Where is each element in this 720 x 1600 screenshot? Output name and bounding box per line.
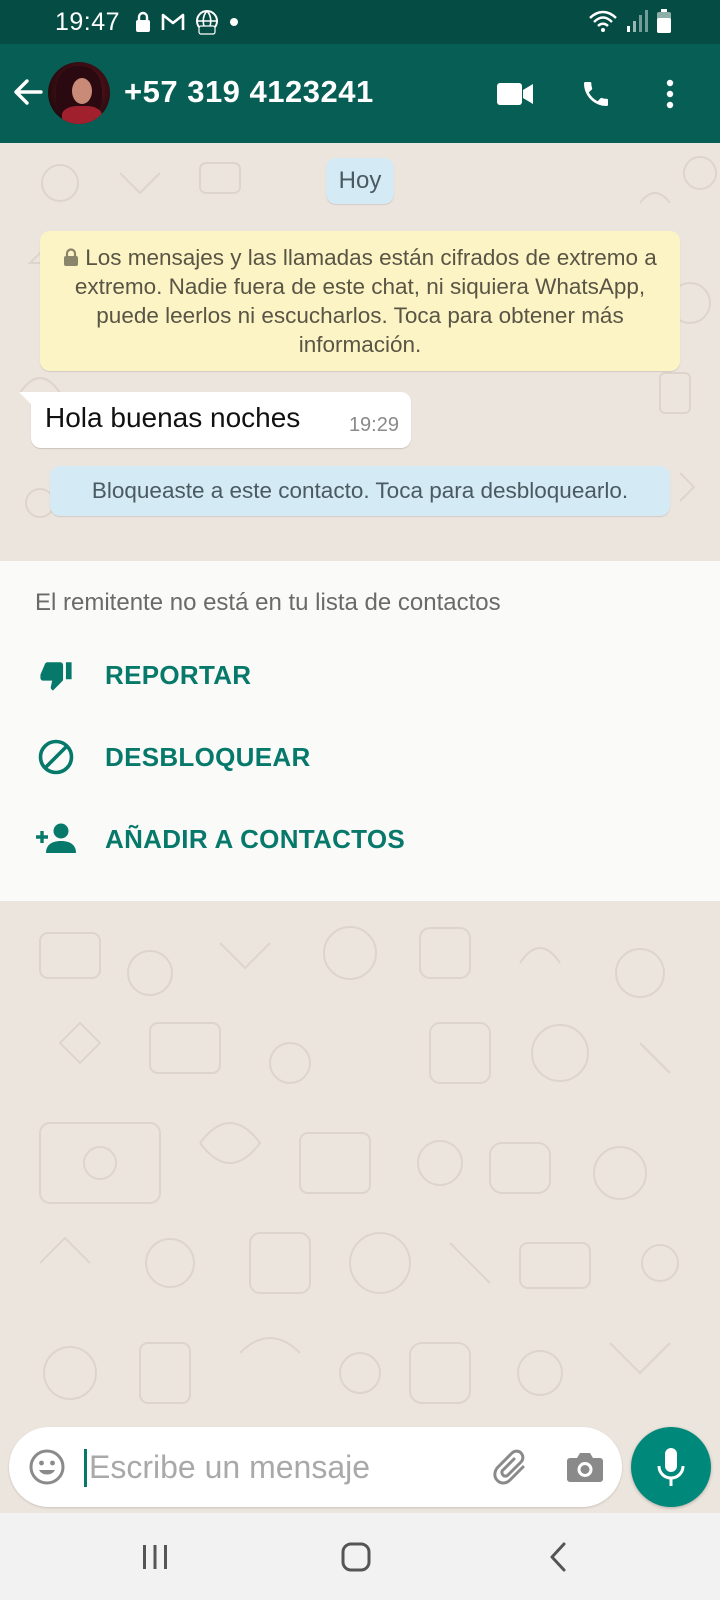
recent-apps-button[interactable] <box>131 1533 179 1581</box>
unblock-label: DESBLOQUEAR <box>105 741 311 772</box>
voice-call-button[interactable] <box>572 70 620 118</box>
incoming-message[interactable]: Hola buenas noches 19:29 <box>19 392 411 448</box>
status-icons-right <box>588 8 672 34</box>
sender-notice: El remitente no está en tu lista de cont… <box>35 589 501 616</box>
back-button[interactable] <box>10 74 46 110</box>
message-composer <box>9 1427 622 1507</box>
paperclip-icon <box>493 1449 525 1485</box>
message-time: 19:29 <box>348 414 399 436</box>
back-arrow-icon <box>14 79 43 105</box>
status-time: 19:47 <box>55 7 121 36</box>
video-call-icon <box>497 83 533 105</box>
emoji-icon <box>29 1449 65 1485</box>
globe-live-icon <box>194 9 220 35</box>
lock-icon <box>134 11 152 33</box>
add-to-contacts-label: AÑADIR A CONTACTOS <box>105 823 406 854</box>
more-options-icon <box>666 79 674 109</box>
text-cursor <box>84 1449 87 1487</box>
gmail-icon <box>161 13 185 31</box>
dot-icon <box>229 17 239 27</box>
wifi-icon <box>588 9 618 33</box>
back-nav-button[interactable] <box>534 1533 582 1581</box>
status-icons-left <box>134 9 239 35</box>
recent-apps-icon <box>143 1545 167 1569</box>
lock-icon <box>64 248 79 266</box>
thumbs-down-icon <box>34 653 78 697</box>
back-nav-icon <box>550 1542 566 1572</box>
status-bar: 19:47 <box>0 0 720 44</box>
more-options-button[interactable] <box>646 70 694 118</box>
home-icon <box>341 1542 371 1572</box>
camera-icon <box>567 1453 603 1482</box>
add-to-contacts-button[interactable]: AÑADIR A CONTACTOS <box>0 800 720 878</box>
message-text: Hola buenas noches <box>45 402 301 433</box>
unblock-button[interactable]: DESBLOQUEAR <box>0 718 720 796</box>
microphone-icon <box>657 1448 685 1486</box>
contact-name[interactable]: +57 319 4123241 <box>124 74 374 110</box>
report-button[interactable]: REPORTAR <box>0 636 720 714</box>
chat-header: +57 319 4123241 <box>0 44 720 143</box>
signal-icon <box>626 9 648 33</box>
camera-button[interactable] <box>563 1445 607 1489</box>
attach-button[interactable] <box>487 1445 531 1489</box>
voice-call-icon <box>584 82 608 106</box>
message-input[interactable] <box>89 1441 459 1493</box>
voice-message-button[interactable] <box>631 1427 711 1507</box>
encryption-notice[interactable]: Los mensajes y las llamadas están cifrad… <box>40 231 680 371</box>
system-nav-bar <box>0 1513 720 1600</box>
video-call-button[interactable] <box>491 70 539 118</box>
date-chip: Hoy <box>326 158 394 204</box>
encryption-notice-text: Los mensajes y las llamadas están cifrad… <box>74 245 657 357</box>
report-label: REPORTAR <box>105 659 252 690</box>
unknown-sender-panel: El remitente no está en tu lista de cont… <box>0 561 720 901</box>
add-person-icon <box>34 817 78 861</box>
emoji-button[interactable] <box>25 1445 69 1489</box>
block-icon <box>34 735 78 779</box>
contact-avatar[interactable] <box>48 62 110 124</box>
blocked-notice[interactable]: Bloqueaste a este contacto. Toca para de… <box>50 466 670 516</box>
home-button[interactable] <box>332 1533 380 1581</box>
battery-icon <box>656 8 672 34</box>
